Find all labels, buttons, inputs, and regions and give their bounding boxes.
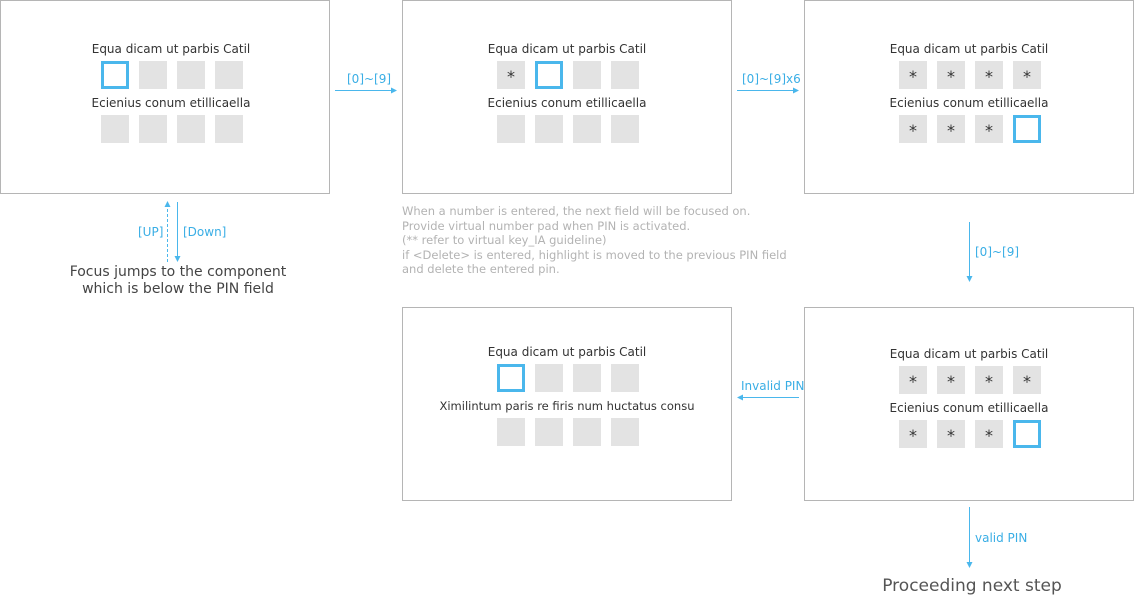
arrow-right-2-head [793, 87, 799, 94]
note-line: if <Delete> is entered, highlight is mov… [402, 247, 787, 262]
arrow-label-invalid: Invalid PIN [741, 379, 805, 393]
arrow-label-down: [Down] [183, 225, 227, 239]
focus-caption-line: Focus jumps to the component [69, 264, 287, 280]
final-step-label: Proceeding next step [882, 576, 1062, 596]
arrow-right-1-head [391, 87, 397, 94]
note-line: When a number is entered, the next field… [402, 204, 751, 218]
arrow-label-digits: [0]~[9] [347, 72, 392, 86]
arrow-left-invalid-head [737, 394, 743, 401]
arrow-label-digits-x6: [0]~[9]x6 [742, 72, 801, 86]
note-line: Provide virtual number pad when PIN is a… [402, 218, 691, 233]
arrow-down-1-head [966, 276, 973, 282]
arrow-label-digits-2: [0]~[9] [975, 245, 1020, 259]
arrow-down-focus-head [174, 256, 181, 262]
arrow-label-up: [UP] [138, 225, 164, 239]
arrow-down-valid-head [966, 562, 973, 568]
focus-caption: Focus jumps to the component which is be… [44, 264, 312, 298]
arrow-up-head [164, 201, 171, 207]
behavior-note: When a number is entered, the next field… [402, 204, 787, 277]
flow-arrows [164, 87, 973, 568]
arrow-label-valid: valid PIN [975, 531, 1028, 545]
note-line: (** refer to virtual key_IA guideline) [402, 233, 607, 248]
focus-caption-line: which is below the PIN field [82, 281, 274, 297]
note-line: and delete the entered pin. [402, 262, 560, 277]
